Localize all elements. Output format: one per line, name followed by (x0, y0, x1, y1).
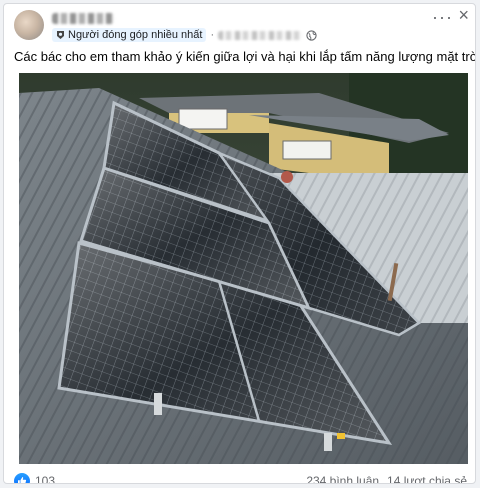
separator-dot: · (210, 29, 215, 41)
engagement-counts: 234 bình luận 14 lượt chia sẻ (306, 474, 467, 483)
author-name-blurred[interactable] (52, 13, 114, 24)
more-horizontal-icon[interactable]: ··· (432, 8, 453, 26)
post-time-blurred[interactable] (218, 30, 303, 40)
badge-label: Người đóng góp nhiều nhất (68, 29, 203, 41)
badge-icon (57, 31, 64, 39)
post-photo-solar-panels-on-roof[interactable] (19, 73, 468, 464)
globe-icon (306, 29, 317, 41)
comments-count[interactable]: 234 bình luận (306, 474, 379, 483)
avatar[interactable] (14, 10, 44, 40)
post-meta: Người đóng góp nhiều nhất · (52, 28, 317, 42)
post-card: ··· × Người đóng góp nhiều nhất · Các bá… (3, 3, 476, 484)
reactions[interactable]: 103 (14, 473, 56, 484)
reaction-count: 103 (35, 474, 56, 484)
top-contributor-badge[interactable]: Người đóng góp nhiều nhất (52, 28, 207, 42)
shares-count[interactable]: 14 lượt chia sẻ (387, 474, 467, 483)
post-text: Các bác cho em tham khảo ý kiến giữa lợi… (14, 49, 476, 64)
close-icon[interactable]: × (458, 6, 469, 24)
like-icon (14, 473, 30, 483)
